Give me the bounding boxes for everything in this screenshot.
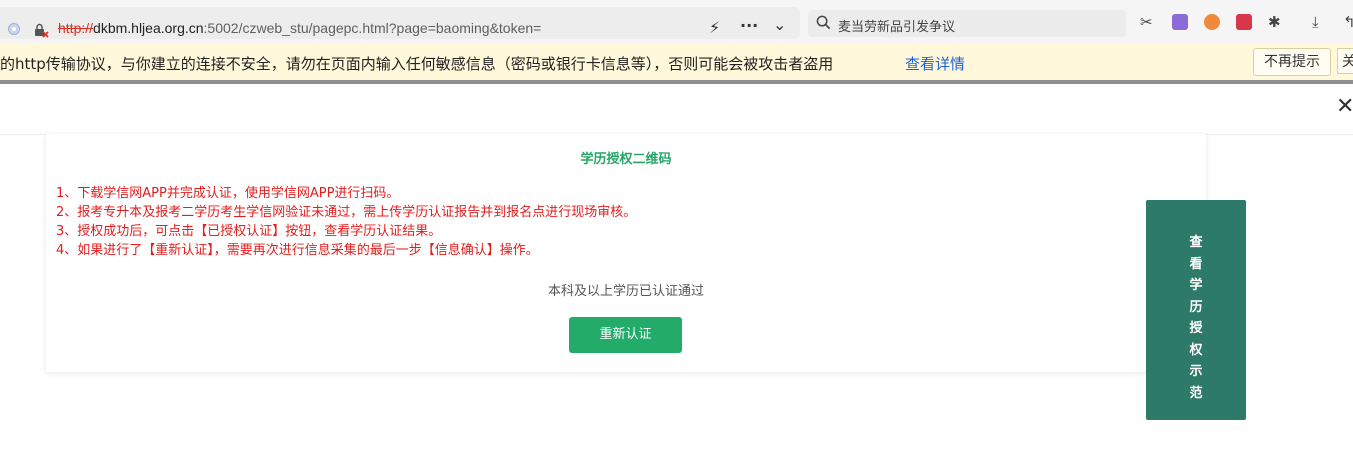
site-info-icon[interactable] bbox=[8, 23, 20, 35]
translate-extension-icon[interactable] bbox=[1172, 14, 1188, 30]
verification-status: 本科及以上学历已认证通过 bbox=[547, 284, 704, 299]
instruction-item: 2、报考专升本及报考二学历考生学信网验证未通过，需上传学历认证报告并到报名点进行… bbox=[56, 205, 637, 220]
instruction-item: 1、下载学信网APP并完成认证，使用学信网APP进行扫码。 bbox=[56, 186, 400, 201]
download-icon[interactable]: ⤓ bbox=[1312, 13, 1319, 31]
view-authorization-example-button[interactable]: 查看学历授权示范 bbox=[1146, 200, 1246, 420]
page-top-strip bbox=[0, 80, 1353, 84]
close-warning-button[interactable]: 关 bbox=[1337, 48, 1353, 74]
close-icon[interactable]: ✕ bbox=[1336, 96, 1353, 118]
scissors-icon[interactable]: ✂ bbox=[1140, 13, 1153, 31]
url-path: :5002/czweb_stu/pagepc.html?page=baoming… bbox=[203, 20, 542, 36]
back-arrow-icon[interactable]: ↰ bbox=[1343, 13, 1353, 31]
puzzle-extension-icon[interactable]: ✱ bbox=[1268, 13, 1281, 31]
instruction-item: 4、如果进行了【重新认证】，需要再次进行信息采集的最后一步【信息确认】操作。 bbox=[56, 243, 539, 258]
dismiss-button[interactable]: 不再提示 bbox=[1253, 48, 1331, 76]
reauthenticate-button[interactable]: 重新认证 bbox=[569, 317, 682, 353]
url-text[interactable]: http://dkbm.hljea.org.cn:5002/czweb_stu/… bbox=[58, 20, 541, 36]
insecure-lock-icon[interactable] bbox=[33, 22, 49, 38]
address-bar[interactable]: http://dkbm.hljea.org.cn:5002/czweb_stu/… bbox=[0, 7, 800, 39]
url-host: dkbm.hljea.org.cn bbox=[93, 20, 204, 36]
w-extension-icon[interactable] bbox=[1236, 14, 1252, 30]
browser-toolbar: http://dkbm.hljea.org.cn:5002/czweb_stu/… bbox=[0, 0, 1353, 44]
url-scheme: http:// bbox=[58, 20, 94, 36]
warning-message: 的http传输协议，与你建立的连接不安全，请勿在页面内输入任何敏感信息（密码或银… bbox=[0, 55, 834, 73]
security-warning-bar: 的http传输协议，与你建立的连接不安全，请勿在页面内输入任何敏感信息（密码或银… bbox=[0, 44, 1353, 81]
chevron-down-icon[interactable]: ⌄ bbox=[773, 15, 786, 34]
authorization-card: 学历授权二维码 1、下载学信网APP并完成认证，使用学信网APP进行扫码。 2、… bbox=[46, 134, 1206, 372]
fox-extension-icon[interactable] bbox=[1204, 14, 1220, 30]
side-button-label: 查看学历授权示范 bbox=[1189, 235, 1203, 401]
instruction-item: 3、授权成功后，可点击【已授权认证】按钮，查看学历认证结果。 bbox=[56, 224, 442, 239]
instructions-list: 1、下载学信网APP并完成认证，使用学信网APP进行扫码。 2、报考专升本及报考… bbox=[56, 184, 636, 260]
search-suggestion: 麦当劳新品引发争议 bbox=[838, 20, 956, 35]
search-box[interactable]: 麦当劳新品引发争议 bbox=[808, 10, 1126, 37]
lightning-icon[interactable]: ⚡ bbox=[709, 18, 720, 37]
search-icon bbox=[816, 15, 831, 30]
page-title: 学历授权二维码 bbox=[580, 152, 672, 167]
view-details-link[interactable]: 查看详情 bbox=[905, 53, 965, 74]
more-icon[interactable]: ··· bbox=[740, 16, 758, 35]
